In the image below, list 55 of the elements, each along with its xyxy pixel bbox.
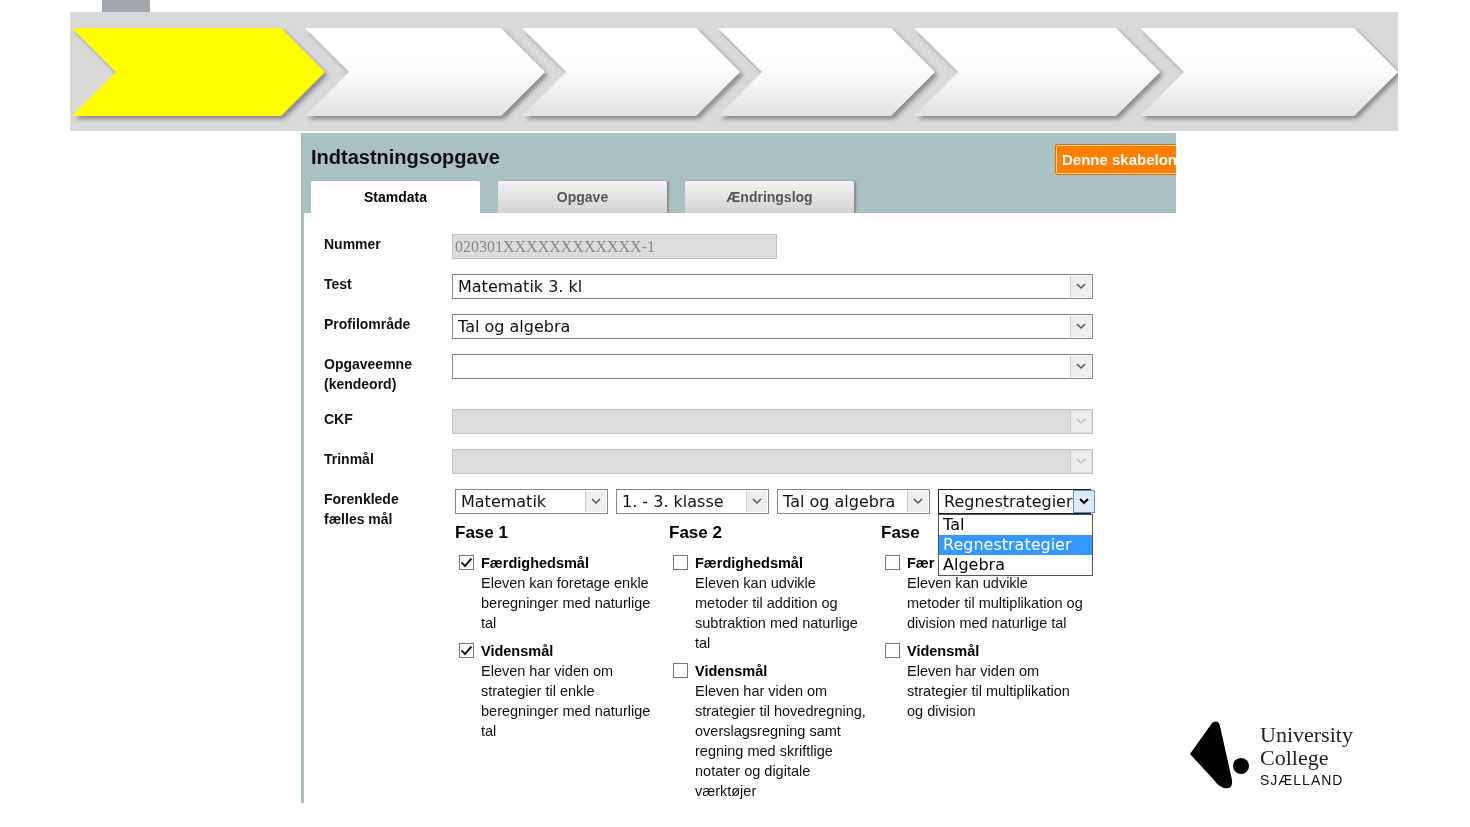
- checkbox[interactable]: [459, 643, 474, 658]
- checkbox[interactable]: [459, 555, 474, 570]
- select-field[interactable]: Tal og algebra: [777, 489, 930, 514]
- phase-title: Fase: [881, 523, 920, 544]
- field-label: Trinmål: [324, 450, 375, 469]
- logo-text: SJÆLLAND: [1260, 771, 1345, 788]
- goal-description: Eleven kan udvikle metoder til multiplikation og division med naturlige tal: [907, 574, 1084, 633]
- goal-title: Vidensmål: [695, 662, 768, 681]
- top-tab-marker: [102, 0, 150, 12]
- tab[interactable]: Stamdata: [311, 181, 480, 213]
- checkbox[interactable]: [673, 555, 688, 570]
- select-field[interactable]: Matematik 3. kl: [452, 274, 1093, 299]
- caret-icon: [1076, 283, 1086, 290]
- field-label: CKF: [324, 410, 354, 429]
- logo-text: College: [1260, 745, 1329, 769]
- checkbox[interactable]: [885, 555, 900, 570]
- caret-icon: [1076, 458, 1086, 465]
- text-field: 020301XXXXXXXXXXXX-1: [452, 234, 777, 259]
- caret-icon: [913, 498, 923, 505]
- dropdown-option[interactable]: Algebra: [939, 555, 1092, 575]
- field-label: Nummer: [324, 235, 382, 254]
- field-label: Opgaveemne (kendeord): [324, 355, 413, 394]
- field-label: Profilområde: [324, 315, 412, 334]
- goal-description: Eleven kan udvikle metoder til addition og subtraktion med naturlige tal: [695, 574, 859, 653]
- tab[interactable]: Ændringslog: [685, 181, 854, 213]
- caret-icon: [591, 498, 601, 505]
- select-field[interactable]: 1. - 3. klasse: [616, 489, 769, 514]
- select-field[interactable]: Tal og algebra: [452, 314, 1093, 339]
- panel-title: Indtastningsopgave: [311, 146, 500, 169]
- field-label: Forenklede fælles mål: [324, 490, 400, 529]
- tab[interactable]: Opgave: [498, 181, 667, 213]
- select-field[interactable]: [452, 354, 1093, 379]
- checkbox[interactable]: [673, 663, 688, 678]
- phase-title: Fase 1: [455, 523, 508, 544]
- goal-title: Vidensmål: [907, 642, 980, 661]
- caret-icon: [752, 498, 762, 505]
- goal-description: Eleven har viden om strategier til enkle beregninger med naturlige tal: [481, 662, 652, 741]
- checkbox[interactable]: [885, 643, 900, 658]
- goal-description: Eleven har viden om strategier til hovedregning, overslagsregning samt regning med skriftlige notater og digitale værktøjer: [695, 682, 867, 801]
- select-field[interactable]: Matematik: [455, 489, 608, 514]
- goal-title: Vidensmål: [481, 642, 554, 661]
- phase-title: Fase 2: [669, 523, 722, 544]
- logo-text: University: [1260, 722, 1353, 746]
- caret-icon: [1076, 323, 1086, 330]
- goal-description: Eleven har viden om strategier til multiplikation og division: [907, 662, 1071, 721]
- caret-icon: [1076, 363, 1086, 370]
- dropdown-option[interactable]: Tal: [939, 515, 1092, 535]
- goal-title: Fær: [907, 554, 935, 573]
- goal-description: Eleven kan foretage enkle beregninger med naturlige tal: [481, 574, 652, 633]
- field-label: Test: [324, 275, 353, 294]
- goal-title: Færdighedsmål: [695, 554, 803, 573]
- caret-icon: [1076, 418, 1086, 425]
- logo-mark-icon: [1188, 720, 1250, 790]
- goal-title: Færdighedsmål: [481, 554, 589, 573]
- caret-icon: [1078, 498, 1089, 505]
